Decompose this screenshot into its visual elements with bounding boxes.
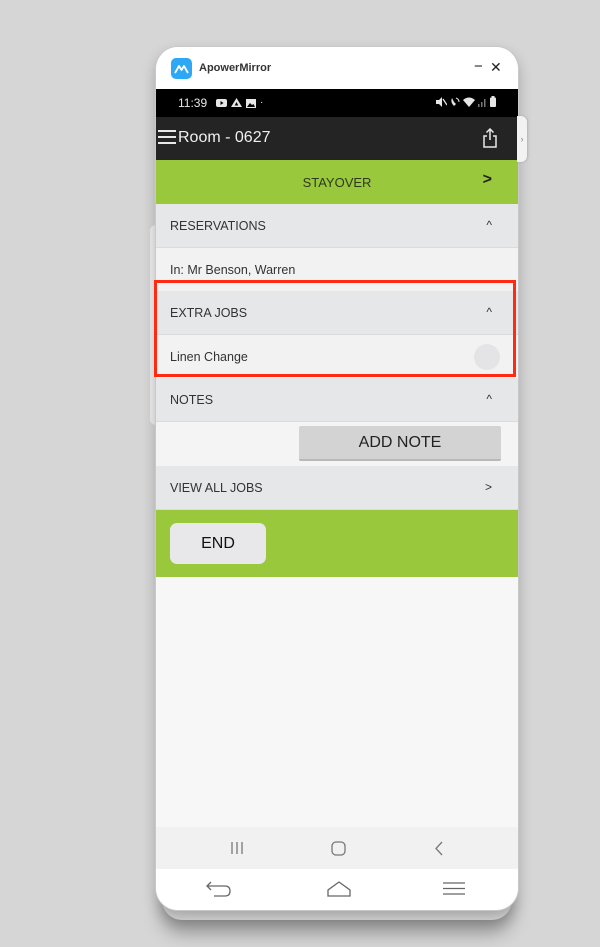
stayover-status-row[interactable]: STAYOVER >	[156, 160, 518, 204]
return-icon[interactable]	[206, 881, 232, 897]
page-title: Room - 0627	[178, 129, 271, 146]
notes-body: ADD NOTE	[156, 422, 518, 465]
app-bar: Room - 0627	[156, 117, 518, 160]
status-icons-left: ·	[216, 97, 263, 109]
status-bar: 11:39 ·	[156, 89, 518, 117]
android-nav-bar	[156, 827, 518, 869]
hamburger-icon-line	[158, 142, 176, 144]
chevron-up-icon: ^	[486, 218, 492, 232]
youtube-icon	[216, 99, 227, 107]
app-name: ApowerMirror	[199, 62, 272, 74]
signal-icon	[478, 98, 486, 107]
view-all-jobs-label: VIEW ALL JOBS	[170, 481, 263, 495]
add-note-button[interactable]: ADD NOTE	[299, 426, 501, 461]
apowermirror-window: ApowerMirror − ✕ 11:39 · Room - 0627 STA…	[156, 47, 518, 910]
mute-icon	[436, 96, 447, 107]
wifi-call-icon	[451, 97, 460, 106]
extra-job-label: Linen Change	[170, 350, 248, 364]
dot-icon: ·	[260, 97, 264, 108]
extra-jobs-header[interactable]: EXTRA JOBS ^	[156, 291, 518, 335]
back-icon[interactable]	[434, 841, 444, 856]
recent-apps-icon[interactable]	[230, 841, 244, 855]
reservations-header[interactable]: RESERVATIONS ^	[156, 204, 518, 248]
status-icons-right	[436, 96, 496, 107]
chevron-up-icon: ^	[486, 392, 492, 406]
window-titlebar: ApowerMirror − ✕	[156, 47, 518, 89]
battery-icon	[490, 96, 496, 107]
image-icon	[246, 98, 256, 108]
right-side-tab[interactable]: ›	[517, 116, 527, 162]
close-button[interactable]: ✕	[490, 59, 502, 75]
minimize-button[interactable]: −	[474, 59, 483, 75]
end-button[interactable]: END	[170, 523, 266, 564]
status-time: 11:39	[178, 96, 208, 110]
end-row: END	[156, 510, 518, 577]
room-content: STAYOVER > RESERVATIONS ^ In: Mr Benson,…	[156, 160, 518, 827]
guest-name: In: Mr Benson, Warren	[170, 263, 296, 277]
notes-header[interactable]: NOTES ^	[156, 378, 518, 422]
extra-job-item: Linen Change	[156, 335, 518, 378]
hamburger-icon-line	[158, 130, 176, 132]
mirror-nav-bar	[156, 869, 518, 910]
empty-content-area	[156, 577, 518, 827]
home-outline-icon[interactable]	[327, 880, 351, 897]
notes-label: NOTES	[170, 393, 214, 407]
chevron-right-icon: >	[482, 171, 492, 188]
extra-job-checkbox[interactable]	[474, 344, 500, 370]
reservation-guest-row: In: Mr Benson, Warren	[156, 248, 518, 291]
chevron-up-icon: ^	[486, 305, 492, 319]
chevron-right-icon: >	[484, 480, 492, 494]
status-label: STAYOVER	[302, 175, 372, 190]
home-icon[interactable]	[331, 841, 346, 856]
view-all-jobs-row[interactable]: VIEW ALL JOBS >	[156, 466, 518, 510]
share-icon[interactable]	[482, 128, 498, 148]
reservations-label: RESERVATIONS	[170, 219, 266, 233]
wifi-icon	[463, 97, 475, 107]
hamburger-menu-button[interactable]	[158, 130, 176, 146]
apowermirror-logo-icon	[171, 58, 192, 79]
hamburger-icon-line	[158, 136, 176, 138]
drive-icon	[231, 98, 242, 107]
extra-jobs-label: EXTRA JOBS	[170, 306, 248, 320]
menu-icon[interactable]	[443, 882, 465, 895]
